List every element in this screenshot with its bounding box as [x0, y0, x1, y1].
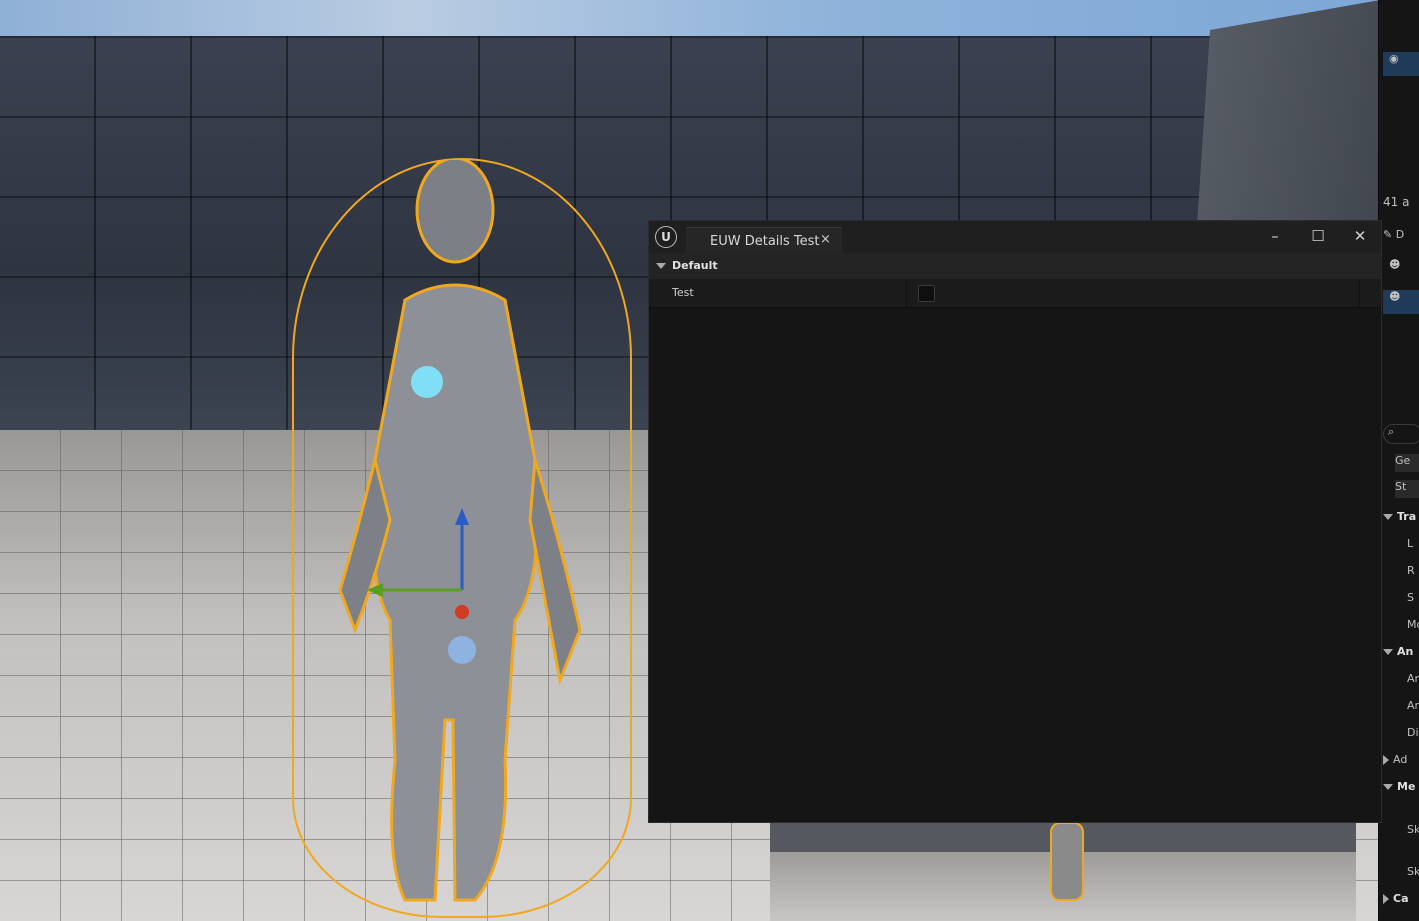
selected-character-mesh[interactable] — [335, 160, 585, 920]
collapse-icon — [1383, 514, 1393, 520]
property-name: Test — [672, 286, 694, 299]
section-label: Ca — [1393, 892, 1409, 905]
component-row-selected[interactable]: ☻ — [1383, 290, 1419, 314]
expand-icon — [1383, 755, 1389, 765]
property-row[interactable]: An — [1407, 672, 1419, 696]
collapse-icon — [656, 263, 666, 269]
property-row[interactable]: Dis — [1407, 726, 1419, 750]
section-label: An — [1397, 645, 1414, 658]
column-divider — [1359, 280, 1360, 307]
search-field[interactable]: ⌕ — [1383, 424, 1419, 444]
property-row[interactable]: Sk — [1407, 865, 1419, 889]
maximize-button[interactable]: ☐ — [1304, 225, 1332, 247]
actor-icon: ☻ — [1389, 290, 1401, 303]
details-tab-label: D — [1395, 228, 1405, 241]
pencil-icon: ✎ — [1383, 228, 1393, 241]
filter-button[interactable]: St — [1395, 480, 1419, 498]
section-header[interactable]: Ca — [1383, 892, 1419, 916]
component-row[interactable]: ☻ — [1383, 258, 1419, 282]
property-row[interactable]: Sk — [1407, 823, 1419, 847]
collapse-icon — [1383, 649, 1393, 655]
actor-count: 41 a — [1383, 195, 1410, 209]
close-button[interactable]: ✕ — [1346, 225, 1374, 247]
row-label: Ad — [1393, 753, 1408, 766]
window-titlebar[interactable]: U EUW Details Test × – ☐ ✕ — [649, 221, 1381, 253]
chest-light — [411, 366, 443, 398]
property-row[interactable]: L — [1407, 537, 1419, 561]
minimize-button[interactable]: – — [1261, 225, 1289, 247]
property-row[interactable]: S — [1407, 591, 1419, 615]
filter-button[interactable]: Ge — [1395, 454, 1419, 472]
category-default[interactable]: Default — [649, 253, 1381, 280]
sky — [0, 0, 1378, 38]
section-label: Me — [1397, 780, 1416, 793]
euw-window: U EUW Details Test × – ☐ ✕ Default Test — [648, 220, 1382, 823]
preview-character — [1050, 822, 1084, 901]
section-header[interactable]: Tra — [1383, 510, 1419, 534]
column-splitter[interactable] — [906, 280, 907, 307]
section-header[interactable]: Me — [1383, 780, 1419, 804]
details-tab[interactable]: ✎ D — [1383, 228, 1419, 252]
test-checkbox[interactable] — [918, 285, 935, 302]
details-side-panel: ◉ 41 a ✎ D ☻ ☻ ⌕ Ge St Tra L R S Mo An A… — [1378, 0, 1419, 921]
property-row[interactable]: R — [1407, 564, 1419, 588]
preview-viewport[interactable] — [770, 822, 1356, 921]
property-row[interactable]: An — [1407, 699, 1419, 723]
unreal-logo-icon: U — [655, 226, 677, 248]
actor-icon: ☻ — [1389, 258, 1401, 271]
tab-close-icon[interactable]: × — [820, 232, 831, 247]
section-label: Tra — [1397, 510, 1417, 523]
expand-icon — [1383, 894, 1389, 904]
tab-label: EUW Details Test — [710, 234, 820, 249]
property-row[interactable]: Mo — [1407, 618, 1419, 642]
property-row-test: Test — [649, 280, 1381, 308]
category-label: Default — [672, 259, 718, 272]
visibility-toggle[interactable]: ◉ — [1383, 52, 1419, 76]
tab-euw-details-test[interactable]: EUW Details Test × — [686, 227, 842, 253]
collapsed-row[interactable]: Ad — [1383, 753, 1419, 777]
collapse-icon — [1383, 784, 1393, 790]
section-header[interactable]: An — [1383, 645, 1419, 669]
eye-icon: ◉ — [1389, 52, 1399, 65]
search-icon: ⌕ — [1388, 425, 1395, 438]
character-body — [338, 160, 582, 902]
